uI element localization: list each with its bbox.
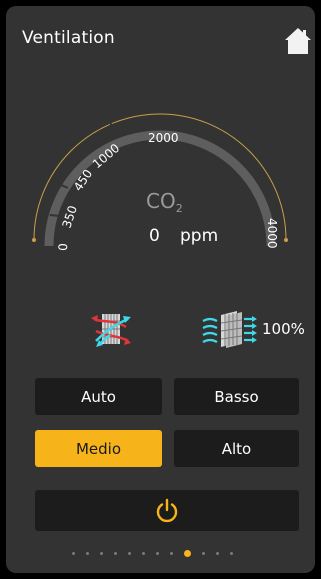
page-dot[interactable] [86,551,89,555]
page-dot[interactable] [128,551,131,555]
co2-unit: ppm [180,226,219,246]
gauge-tick-label: 0 [56,243,70,251]
gauge-tick-label: 4000 [265,218,279,249]
page-dot[interactable] [156,551,159,555]
power-button[interactable] [35,490,299,531]
mode-medio-button[interactable]: Medio [35,430,162,467]
mode-basso-button[interactable]: Basso [174,378,299,415]
gauge-tick-label: 2000 [148,131,179,145]
page-dot[interactable] [72,551,75,555]
airflow-icon [202,311,257,348]
gauge-outer-arc-start [32,238,36,242]
page-dot[interactable] [230,551,233,555]
page-dot[interactable] [142,551,145,555]
mode-alto-button[interactable]: Alto [174,430,299,467]
page-dot[interactable] [100,551,103,555]
page-dot[interactable] [216,551,219,555]
gauge-outer-arc-end [284,238,288,242]
fan-speed-percent: 100% [262,320,305,338]
page-dot-active[interactable] [184,549,191,557]
mode-auto-button[interactable]: Auto [35,378,162,415]
ventilation-screen: Ventilation 0 350 450 1000 2000 4000 CO2… [6,6,315,573]
page-dot[interactable] [170,551,173,555]
page-indicator [72,547,233,559]
co2-gauge: 0 350 450 1000 2000 4000 [32,113,288,251]
page-dot[interactable] [202,551,205,555]
page-dot[interactable] [114,551,117,555]
heat-exchanger-icon [91,314,131,347]
power-icon [156,498,178,522]
gauge-tick-label: 350 [60,204,80,230]
co2-value: 0 [149,226,160,246]
co2-label-subscript: 2 [175,202,183,215]
co2-label-main: CO [146,189,176,213]
co2-label: CO2 [146,189,183,215]
